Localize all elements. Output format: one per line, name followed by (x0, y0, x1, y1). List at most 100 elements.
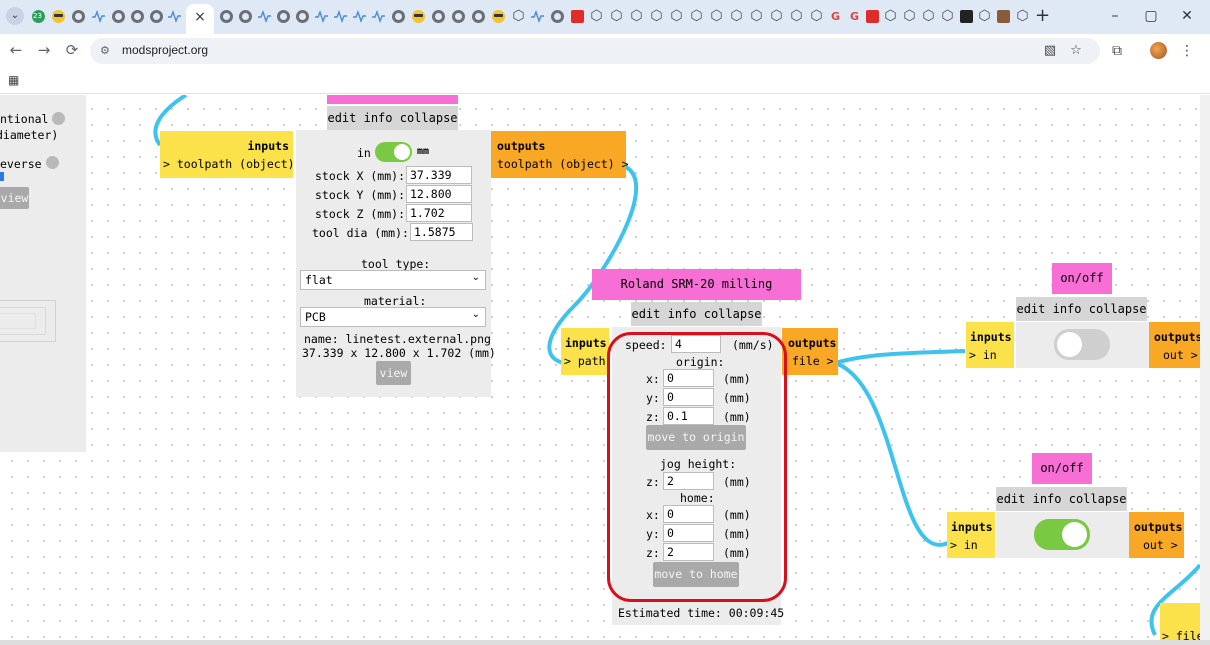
left-checkbox[interactable] (0, 172, 4, 181)
mods-tab-icon[interactable] (220, 10, 233, 23)
onoff-bottom-input-in[interactable]: > in (950, 538, 978, 552)
stock-y-input[interactable]: 12.800 (406, 185, 472, 203)
calendar-tab-icon[interactable]: 23 (32, 10, 45, 23)
mods-tab-icon[interactable] (72, 10, 85, 23)
sunglasses-tab-icon[interactable] (492, 10, 505, 23)
stock-z-input[interactable]: 1.702 (406, 204, 472, 222)
cube-tab-icon[interactable]: ⬡ (730, 9, 743, 23)
onoff-bottom-output-out[interactable]: out > (1143, 538, 1178, 552)
mods-tab-icon[interactable] (551, 10, 564, 23)
cube-tab-icon[interactable]: ⬡ (884, 9, 897, 23)
mods-tab-icon[interactable] (452, 10, 465, 23)
sunglasses-tab-icon[interactable] (52, 10, 65, 23)
cube-tab-icon[interactable]: ⬡ (978, 9, 991, 23)
mods-tab-icon[interactable] (392, 10, 405, 23)
close-tab-icon[interactable]: × (192, 6, 208, 28)
cube-tab-icon[interactable]: ⬡ (710, 9, 723, 23)
material-select[interactable]: PCB ⌄ (300, 307, 486, 327)
bookmark-star-icon[interactable]: ☆ (1068, 43, 1084, 59)
wire-file-to-onoff-top (834, 349, 966, 365)
cube-tab-icon[interactable]: ⬡ (750, 9, 763, 23)
onoff-top-input-in[interactable]: > in (969, 348, 997, 362)
onoff-top-output-out[interactable]: out > (1163, 348, 1198, 362)
apps-icon[interactable]: ▦ (8, 73, 19, 87)
tool-dia-input[interactable]: 1.5875 (410, 223, 473, 241)
mill-edit-info-collapse[interactable]: edit info collapse (327, 106, 458, 130)
minimize-button[interactable]: – (1100, 5, 1130, 27)
cube-tab-icon[interactable]: ⬡ (610, 9, 623, 23)
mods-canvas[interactable]: ntional diameter) everse view edit info … (0, 95, 1200, 640)
cube-tab-icon[interactable]: ⬡ (670, 9, 683, 23)
extensions-icon[interactable]: ⧉ (1108, 42, 1126, 60)
pulse-tab-icon[interactable] (372, 10, 385, 23)
cube-tab-icon[interactable]: ⬡ (1016, 9, 1029, 23)
onoff-bottom-edit-info-collapse[interactable]: edit info collapse (996, 487, 1127, 511)
url-text[interactable]: modsproject.org (122, 43, 208, 57)
mods-tab-icon[interactable] (472, 10, 485, 23)
roland-input-path[interactable]: > path (564, 354, 606, 368)
reload-button[interactable]: ⟳ (62, 40, 82, 60)
mods-tab-icon[interactable] (296, 10, 309, 23)
image-tab-icon[interactable] (997, 10, 1010, 23)
roland-output-file[interactable]: file > (792, 354, 834, 368)
bookmarks-bar: ▦ (0, 68, 1210, 94)
cube-tab-icon[interactable]: ⬡ (690, 9, 703, 23)
mods-tab-icon[interactable] (112, 10, 125, 23)
cube-tab-icon[interactable]: ⬡ (512, 9, 525, 23)
new-tab-button[interactable]: + (1035, 5, 1050, 26)
onoff-bottom-toggle[interactable] (1034, 519, 1090, 550)
youtube-tab-icon[interactable] (571, 10, 584, 23)
pulse-tab-icon[interactable] (315, 10, 328, 23)
pulse-tab-icon[interactable] (353, 10, 366, 23)
mods-tab-icon[interactable] (277, 10, 290, 23)
pulse-tab-icon[interactable] (334, 10, 347, 23)
site-info-icon[interactable]: ⚙ (100, 44, 114, 58)
cube-tab-icon[interactable]: ⬡ (903, 9, 916, 23)
restore-button[interactable]: ▢ (1136, 5, 1166, 27)
save-file-input-file[interactable]: > file (1162, 629, 1200, 640)
roland-edit-info-collapse[interactable]: edit info collapse (631, 302, 762, 326)
onoff-top-edit-info-collapse[interactable]: edit info collapse (1016, 297, 1147, 321)
google-tab-icon[interactable]: G (829, 10, 842, 23)
pulse-tab-icon[interactable] (92, 10, 105, 23)
cube-tab-icon[interactable]: ⬡ (590, 9, 603, 23)
tool-type-select[interactable]: flat ⌄ (300, 270, 486, 290)
close-window-button[interactable]: ✕ (1172, 5, 1202, 27)
page-scrollbar[interactable] (1200, 95, 1210, 640)
mods-tab-icon[interactable] (150, 10, 163, 23)
cube-tab-icon[interactable]: ⬡ (810, 9, 823, 23)
pulse-tab-icon[interactable] (168, 10, 181, 23)
cube-tab-icon[interactable]: ⬡ (630, 9, 643, 23)
pulse-tab-icon[interactable] (258, 10, 271, 23)
units-toggle[interactable] (375, 142, 412, 162)
cube-tab-icon[interactable]: ⬡ (650, 9, 663, 23)
pulse-tab-icon[interactable] (531, 10, 544, 23)
mill-input-toolpath[interactable]: > toolpath (object) (163, 157, 295, 171)
cube-tab-icon[interactable]: ⬡ (922, 9, 935, 23)
left-view-button[interactable]: view (0, 187, 29, 209)
mill-output-toolpath[interactable]: toolpath (object) > (497, 157, 629, 171)
cube-tab-icon[interactable]: ⬡ (770, 9, 783, 23)
sunglasses-tab-icon[interactable] (412, 10, 425, 23)
left-reverse-radio[interactable] (46, 156, 59, 169)
graduation-cap-tab-icon[interactable] (960, 10, 973, 23)
address-bar[interactable]: ⚙ modsproject.org ▧ ☆ (90, 38, 1100, 64)
mods-tab-icon[interactable] (432, 10, 445, 23)
mods-tab-icon[interactable] (239, 10, 252, 23)
forward-button[interactable]: → (34, 40, 54, 60)
profile-avatar[interactable] (1150, 42, 1167, 59)
cube-tab-icon[interactable]: ⬡ (941, 9, 954, 23)
left-option-radio[interactable] (52, 112, 65, 125)
pdf-tab-icon[interactable] (866, 10, 879, 23)
left-preview-frame (0, 300, 56, 342)
mods-tab-icon[interactable] (131, 10, 144, 23)
mill-view-button[interactable]: view (376, 361, 411, 385)
onoff-top-toggle[interactable] (1054, 329, 1110, 360)
stock-x-input[interactable]: 37.339 (406, 166, 472, 184)
back-button[interactable]: ← (6, 40, 26, 60)
tab-search-button[interactable]: ⌄ (6, 7, 24, 25)
camera-off-icon[interactable]: ▧ (1042, 43, 1058, 59)
menu-icon[interactable]: ⋮ (1178, 42, 1196, 60)
cube-tab-icon[interactable]: ⬡ (790, 9, 803, 23)
google-tab-icon[interactable]: G (848, 10, 861, 23)
